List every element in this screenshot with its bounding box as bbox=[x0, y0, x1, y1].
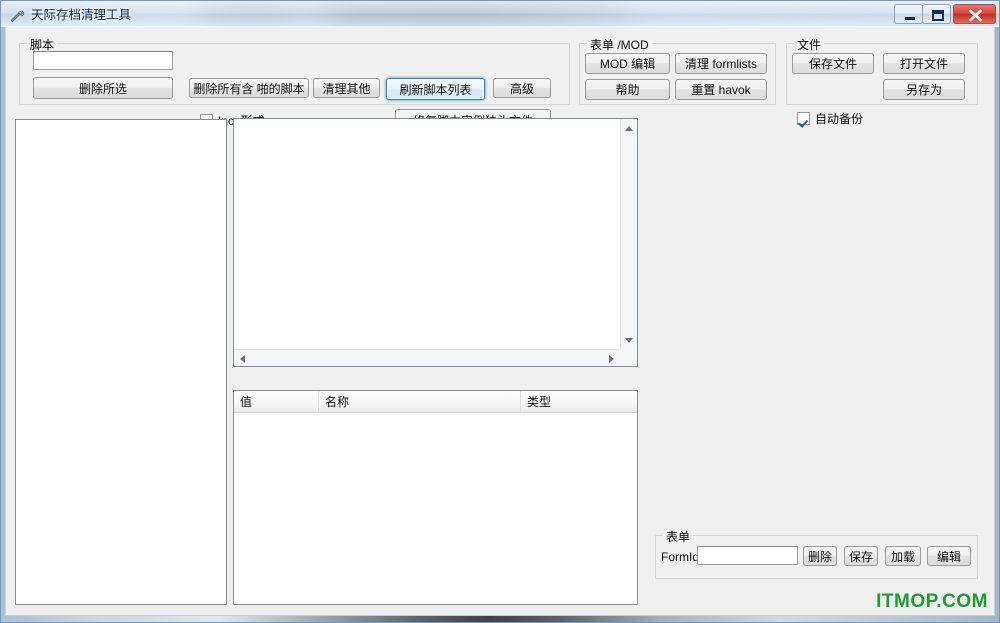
scroll-up-arrow-icon[interactable] bbox=[625, 126, 633, 131]
form-mod-group-label: 表单 /MOD bbox=[587, 36, 652, 53]
file-group-label: 文件 bbox=[794, 36, 825, 53]
formid-delete-button[interactable]: 删除 bbox=[803, 546, 837, 566]
application-window: 天际存档清理工具 脚本 删除所选 删除所有含 啪的脚本 清理其他 刷新脚本列表 … bbox=[0, 0, 1000, 623]
script-filter-input[interactable] bbox=[33, 51, 173, 70]
maximize-icon bbox=[923, 5, 950, 23]
grid-column-value[interactable]: 值 bbox=[234, 391, 319, 413]
auto-backup-checkbox-box[interactable] bbox=[797, 111, 810, 125]
delete-all-containing-button[interactable]: 删除所有含 啪的脚本 bbox=[189, 78, 309, 98]
scrollbar-corner bbox=[620, 349, 637, 366]
minimize-icon bbox=[895, 5, 922, 23]
client-area: 脚本 删除所选 删除所有含 啪的脚本 清理其他 刷新脚本列表 高级 Inc. 形… bbox=[5, 27, 995, 616]
formid-group-label: 表单 bbox=[663, 528, 694, 545]
grid-column-spacer bbox=[622, 391, 637, 413]
open-file-button[interactable]: 打开文件 bbox=[883, 53, 965, 74]
minimize-button[interactable] bbox=[894, 4, 923, 24]
window-title: 天际存档清理工具 bbox=[31, 8, 132, 22]
save-file-button[interactable]: 保存文件 bbox=[792, 53, 874, 74]
close-icon bbox=[954, 5, 995, 23]
reset-havok-button[interactable]: 重置 havok bbox=[675, 79, 767, 100]
formid-label: FormId bbox=[661, 550, 700, 564]
formid-edit-button[interactable]: 编辑 bbox=[927, 546, 971, 566]
advanced-button[interactable]: 高级 bbox=[493, 78, 551, 98]
script-list-left[interactable] bbox=[15, 119, 227, 605]
refresh-script-list-button[interactable]: 刷新脚本列表 bbox=[386, 78, 485, 100]
mod-edit-button[interactable]: MOD 编辑 bbox=[585, 53, 670, 74]
formid-load-button[interactable]: 加载 bbox=[885, 546, 921, 566]
title-bar[interactable]: 天际存档清理工具 bbox=[1, 1, 999, 27]
save-as-button[interactable]: 另存为 bbox=[883, 79, 965, 100]
grid-column-name[interactable]: 名称 bbox=[319, 391, 521, 413]
watermark-text: ITMOP.COM bbox=[876, 591, 988, 612]
delete-selected-button[interactable]: 删除所选 bbox=[33, 77, 173, 99]
detail-horizontal-scrollbar[interactable] bbox=[234, 349, 620, 366]
properties-grid-header: 值 名称 类型 bbox=[234, 391, 637, 413]
scroll-right-arrow-icon[interactable] bbox=[609, 355, 614, 363]
properties-grid[interactable]: 值 名称 类型 bbox=[233, 390, 638, 605]
auto-backup-label: 自动备份 bbox=[815, 111, 864, 126]
grid-column-type[interactable]: 类型 bbox=[521, 391, 622, 413]
detail-vertical-scrollbar[interactable] bbox=[620, 119, 637, 350]
formid-save-button[interactable]: 保存 bbox=[844, 546, 878, 566]
script-detail-panel[interactable] bbox=[233, 118, 638, 367]
auto-backup-checkbox[interactable]: 自动备份 bbox=[797, 110, 863, 126]
clean-others-button[interactable]: 清理其他 bbox=[313, 78, 380, 98]
clean-formlists-button[interactable]: 清理 formlists bbox=[675, 53, 767, 74]
close-button[interactable] bbox=[953, 4, 996, 24]
wrench-icon bbox=[9, 7, 25, 23]
scroll-down-arrow-icon[interactable] bbox=[625, 338, 633, 343]
scroll-left-arrow-icon[interactable] bbox=[240, 355, 245, 363]
formid-input[interactable] bbox=[697, 546, 798, 565]
help-button[interactable]: 帮助 bbox=[585, 79, 670, 100]
maximize-button[interactable] bbox=[922, 4, 951, 24]
